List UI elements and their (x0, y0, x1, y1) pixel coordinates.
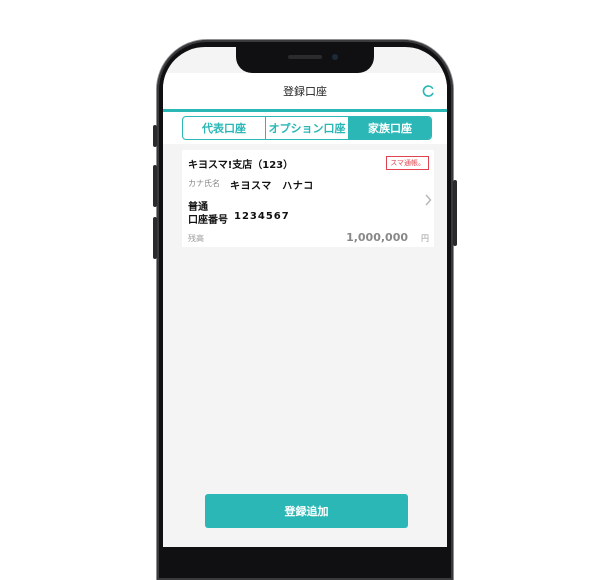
passbook-badge: スマ通帳。 (386, 156, 429, 170)
app-screen: 登録口座 代表口座 オプション口座 家族口座 キヨスマ!支店（123） スマ通帳… (163, 47, 447, 547)
kana-name-label: カナ氏名 (188, 179, 220, 188)
account-card[interactable]: キヨスマ!支店（123） スマ通帳。 カナ氏名 キヨスマ ハナコ 普通 口座番号… (182, 150, 434, 247)
power-button (453, 180, 457, 246)
front-camera (332, 54, 338, 60)
branch-name: キヨスマ!支店（123） (188, 160, 294, 171)
account-number-value: 1234567 (234, 211, 290, 222)
phone-notch (236, 47, 374, 73)
balance-value: 1,000,000 (346, 231, 408, 244)
add-registration-button[interactable]: 登録追加 (205, 494, 408, 528)
kana-name-value: キヨスマ ハナコ (230, 181, 314, 192)
silent-switch (153, 125, 157, 147)
chevron-right-icon (425, 194, 432, 206)
tab-representative-account[interactable]: 代表口座 (183, 117, 266, 139)
volume-up-button (153, 165, 157, 207)
volume-down-button (153, 217, 157, 259)
tab-family-account[interactable]: 家族口座 (349, 117, 431, 139)
balance-label: 残高 (188, 234, 204, 243)
page-title: 登録口座 (283, 85, 327, 98)
tab-bar: 代表口座 オプション口座 家族口座 (163, 112, 447, 144)
header-bar: 登録口座 (163, 73, 447, 109)
account-number-label: 口座番号 (188, 215, 228, 226)
refresh-icon[interactable] (421, 84, 435, 98)
tab-group: 代表口座 オプション口座 家族口座 (182, 116, 432, 140)
balance-unit: 円 (421, 234, 429, 243)
speaker-grille (288, 55, 322, 59)
tab-option-account[interactable]: オプション口座 (266, 117, 349, 139)
